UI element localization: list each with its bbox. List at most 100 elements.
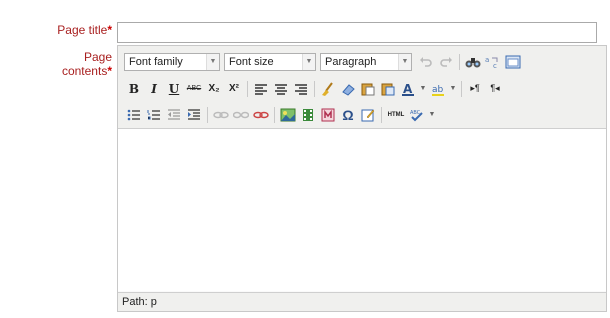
chevron-down-icon: ▼ — [302, 53, 315, 70]
spellcheck-button[interactable]: ABC — [407, 105, 427, 125]
toolbar-separator — [459, 53, 460, 70]
unlink-button[interactable] — [231, 105, 251, 125]
paste-text-button[interactable] — [358, 79, 378, 99]
edit-icon — [361, 109, 375, 121]
toolbar-separator — [314, 80, 315, 97]
page-contents-label: Page contents* — [62, 50, 112, 78]
numbered-list-icon — [147, 109, 160, 120]
toolbar-separator — [274, 106, 275, 123]
toolbar-separator — [207, 106, 208, 123]
binoculars-icon — [465, 57, 481, 67]
rtl-button[interactable]: ¶◂ — [485, 79, 505, 99]
fullscreen-icon — [505, 55, 521, 68]
replace-icon: ac — [485, 56, 498, 69]
film-icon — [303, 108, 313, 121]
font-size-select[interactable]: Font size ▼ — [224, 52, 316, 71]
align-right-icon — [295, 83, 307, 95]
numbered-list-button[interactable] — [144, 105, 164, 125]
align-left-icon — [255, 83, 267, 95]
highlight-color-icon: ab — [432, 85, 444, 96]
font-family-value: Font family — [129, 55, 183, 68]
chevron-down-icon: ▼ — [398, 53, 411, 70]
outdent-icon — [168, 108, 180, 120]
svg-text:A: A — [403, 82, 413, 96]
eraser-icon — [342, 83, 355, 96]
rich-text-editor: Font family ▼ Font size ▼ Paragraph ▼ a … — [117, 45, 607, 312]
toolbar-separator — [247, 80, 248, 97]
toolbar-separator — [381, 106, 382, 123]
replace-button[interactable]: ac — [483, 52, 503, 72]
spellcheck-icon: ABC — [410, 110, 423, 121]
align-center-icon — [275, 83, 287, 95]
paste-text-icon — [361, 83, 375, 95]
page-title-input[interactable] — [117, 22, 597, 43]
required-mark: * — [107, 23, 112, 37]
underline-button[interactable]: U — [164, 79, 184, 99]
toolbar-row-1: Font family ▼ Font size ▼ Paragraph ▼ a … — [124, 51, 523, 72]
undo-button[interactable] — [416, 52, 436, 72]
media-icon — [321, 108, 335, 121]
editor-status-path: Path: p — [118, 292, 606, 311]
superscript-button[interactable]: X² — [224, 79, 244, 99]
insert-char-button[interactable]: Ω — [338, 105, 358, 125]
chevron-down-icon: ▼ — [206, 53, 219, 70]
remove-format-button[interactable] — [338, 79, 358, 99]
insert-image-button[interactable] — [278, 105, 298, 125]
redo-icon — [440, 56, 452, 67]
align-right-button[interactable] — [291, 79, 311, 99]
background-color-button[interactable]: ab — [428, 79, 448, 99]
bullet-list-button[interactable] — [124, 105, 144, 125]
cleanup-button[interactable] — [318, 79, 338, 99]
page-title-label: Page title* — [57, 23, 112, 37]
unlink-icon — [233, 111, 249, 118]
rtl-icon: ¶◂ — [490, 83, 500, 93]
broken-link-icon — [253, 111, 269, 118]
page-contents-label-line1: Page — [83, 50, 112, 64]
html-source-button[interactable]: HTML — [385, 105, 407, 125]
outdent-button[interactable] — [164, 105, 184, 125]
bullet-list-icon — [127, 109, 140, 120]
ltr-icon: ▸¶ — [470, 83, 480, 93]
chevron-down-icon[interactable]: ▼ — [427, 105, 437, 125]
indent-button[interactable] — [184, 105, 204, 125]
indent-icon — [188, 108, 200, 120]
toolbar-row-3: Ω HTML ABC ▼ — [124, 104, 437, 125]
bold-button[interactable]: B — [124, 79, 144, 99]
omega-icon: Ω — [342, 106, 354, 123]
paste-word-icon — [381, 83, 395, 95]
redo-button[interactable] — [436, 52, 456, 72]
chevron-down-icon[interactable]: ▼ — [418, 79, 428, 99]
page-title-label-text: Page title — [57, 23, 108, 37]
align-center-button[interactable] — [271, 79, 291, 99]
format-select[interactable]: Paragraph ▼ — [320, 52, 412, 71]
editor-content-area[interactable] — [118, 129, 606, 291]
page-contents-label-line2: contents — [61, 64, 108, 78]
font-family-select[interactable]: Font family ▼ — [124, 52, 220, 71]
broom-icon — [322, 81, 333, 96]
strikethrough-button[interactable]: ABC — [184, 79, 204, 99]
format-value: Paragraph — [325, 55, 377, 68]
svg-text:c: c — [493, 62, 497, 69]
link-icon — [213, 111, 229, 118]
text-color-icon: A — [402, 82, 414, 96]
required-mark: * — [107, 64, 112, 78]
text-color-button[interactable]: A — [398, 79, 418, 99]
insert-table-button[interactable] — [358, 105, 378, 125]
link-button[interactable] — [211, 105, 231, 125]
italic-button[interactable]: I — [144, 79, 164, 99]
insert-media-button[interactable] — [298, 105, 318, 125]
subscript-button[interactable]: X₂ — [204, 79, 224, 99]
toolbar-separator — [461, 80, 462, 97]
anchor-button[interactable] — [251, 105, 271, 125]
image-icon — [280, 108, 296, 121]
html-icon: HTML — [387, 111, 405, 118]
paste-word-button[interactable] — [378, 79, 398, 99]
insert-moodle-media-button[interactable] — [318, 105, 338, 125]
svg-text:a: a — [485, 56, 489, 64]
svg-text:ab: ab — [432, 85, 444, 95]
align-left-button[interactable] — [251, 79, 271, 99]
ltr-button[interactable]: ▸¶ — [465, 79, 485, 99]
fullscreen-button[interactable] — [503, 52, 523, 72]
find-button[interactable] — [463, 52, 483, 72]
chevron-down-icon[interactable]: ▼ — [448, 79, 458, 99]
